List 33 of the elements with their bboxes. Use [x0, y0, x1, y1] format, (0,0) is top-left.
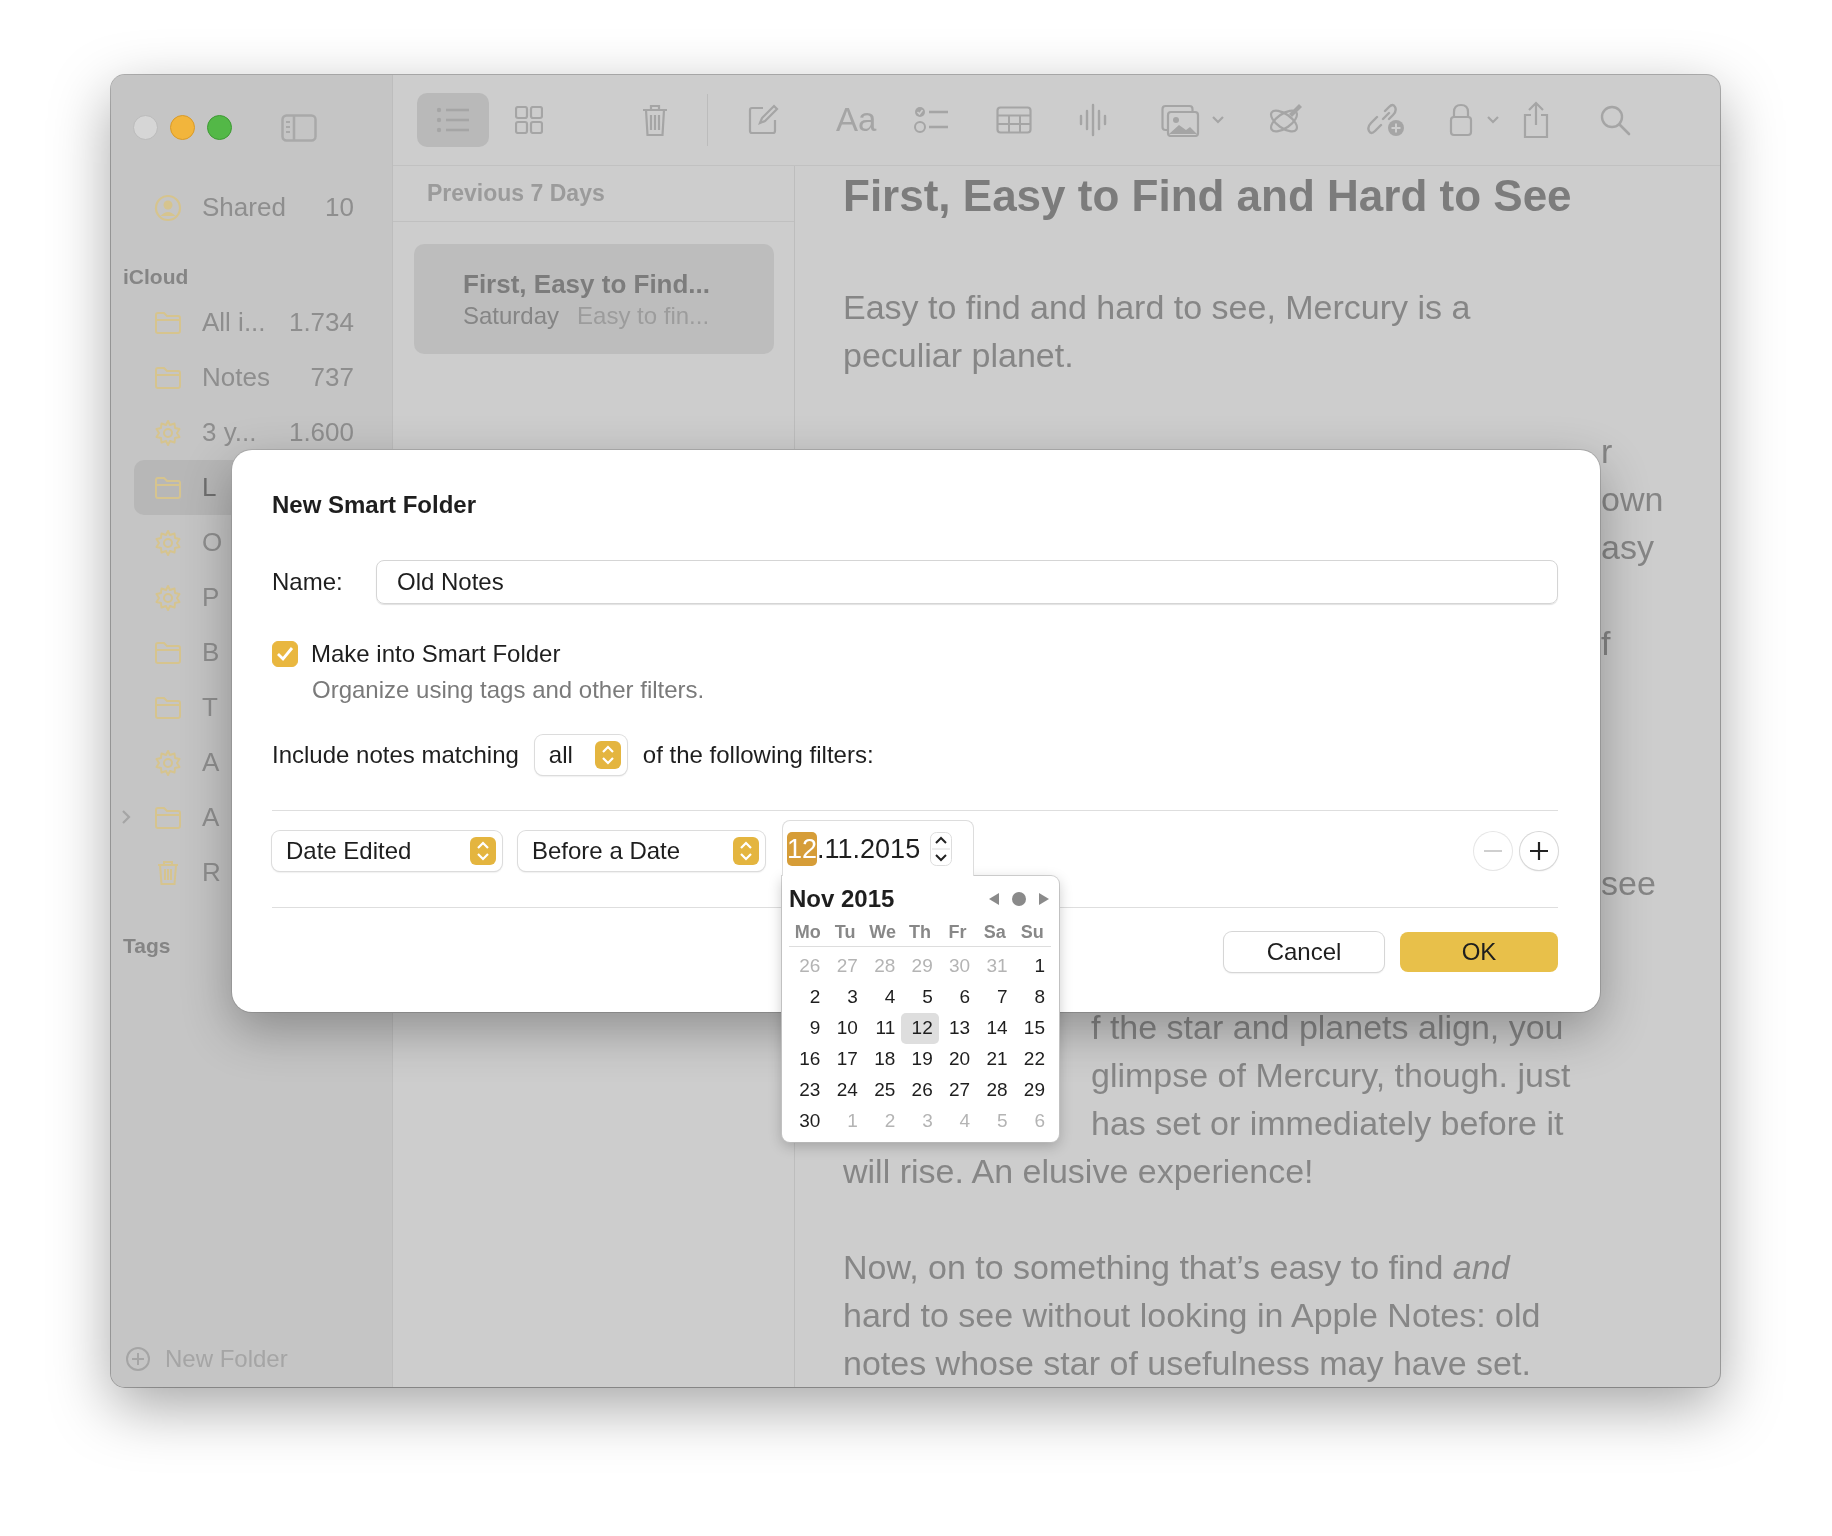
match-suffix-label: of the following filters: [642, 741, 874, 769]
note-text: Easy to find and hard to see, Mercury is a [843, 288, 1471, 326]
weekday-label: Sa [982, 921, 1007, 944]
match-label: Include notes matching [272, 741, 519, 769]
weekday-label: Tu [833, 921, 857, 944]
name-label: Name: [272, 568, 344, 596]
note-text: hard to see without looking in Apple Notes: old [843, 1296, 1541, 1334]
note-text: own [1601, 480, 1664, 518]
note-text: f [1601, 624, 1611, 662]
note-title: First, Easy to Find... [463, 268, 712, 300]
weekday-label: Fr [947, 921, 968, 944]
checkbox-description: Organize using tags and other filters. [311, 675, 706, 705]
note-text: asy [1601, 528, 1654, 566]
calendar-month-title: Nov 2015 [789, 885, 895, 913]
note-text: see [1601, 864, 1656, 902]
note-text: peculiar planet. [843, 336, 1074, 374]
note-text: has set or immediately before it [1091, 1104, 1564, 1142]
dialog-title: New Smart Folder [272, 490, 478, 520]
note-text: r [1601, 432, 1613, 470]
note-text: f the star and planets align, you [1091, 1008, 1564, 1046]
note-text: will rise. An elusive experience! [843, 1152, 1314, 1190]
weekday-label: Su [1019, 921, 1045, 944]
weekday-label: Mo [793, 921, 822, 944]
note-heading: First, Easy to Find and Hard to See [843, 172, 1573, 220]
note-text: Now, on to something that’s easy to find and [843, 1248, 1510, 1286]
note-date: Saturday [463, 301, 560, 330]
checkbox-label: Make into Smart Folder [311, 640, 561, 668]
weekday-label: We [868, 921, 897, 944]
note-text: notes whose star of usefulness may have set. [843, 1344, 1531, 1382]
weekday-label: Th [908, 921, 932, 944]
note-text: glimpse of Mercury, though. just [1091, 1056, 1571, 1094]
section-heading: Tags [122, 933, 172, 959]
section-heading: iCloud [122, 264, 190, 290]
